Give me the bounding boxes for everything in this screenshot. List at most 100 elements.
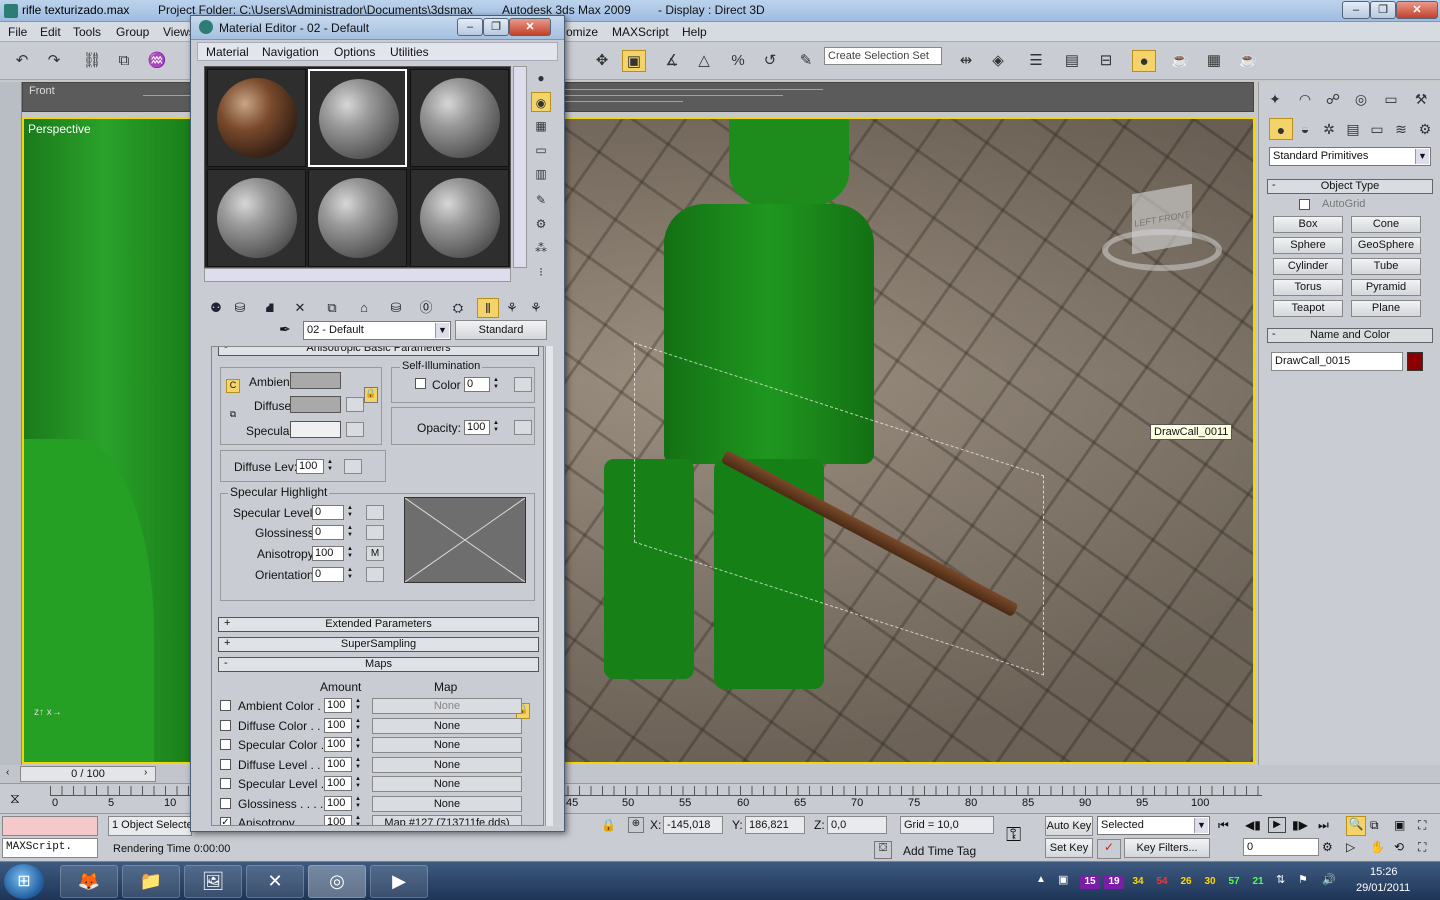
zoom-icon[interactable]: 🔍 bbox=[1346, 816, 1366, 836]
select-object-icon[interactable]: ▣ bbox=[622, 50, 646, 72]
assign-to-selection-icon[interactable]: ⛘ bbox=[259, 298, 281, 318]
tray-monitor-icon[interactable]: ▣ bbox=[1058, 873, 1068, 886]
bind-space-warp-icon[interactable]: ♒ bbox=[145, 50, 169, 72]
sample-slot[interactable] bbox=[410, 169, 509, 267]
diffuse-level-map-button[interactable] bbox=[344, 459, 362, 474]
absolute-mode-icon[interactable]: ⊕ bbox=[628, 817, 644, 833]
specular-map-button[interactable] bbox=[346, 422, 364, 437]
play-icon[interactable]: ▶ bbox=[1268, 817, 1286, 833]
primitives-dropdown[interactable]: Standard Primitives ▼ bbox=[1269, 147, 1431, 166]
map-slot-button[interactable]: None bbox=[372, 718, 522, 734]
menu-edit[interactable]: Edit bbox=[40, 25, 61, 39]
sample-slot[interactable] bbox=[410, 69, 509, 167]
viewcube-box[interactable]: LEFT FRONT bbox=[1132, 183, 1192, 255]
maps-rollout[interactable]: - Maps bbox=[218, 657, 539, 672]
spacewarps-icon[interactable]: ≋ bbox=[1389, 118, 1413, 140]
sample-slot[interactable] bbox=[207, 69, 306, 167]
sample-scrollbar-h[interactable] bbox=[204, 268, 511, 282]
torus-button[interactable]: Torus bbox=[1273, 279, 1343, 296]
select-by-material-icon[interactable]: ⁂ bbox=[531, 238, 551, 258]
edit-named-selection-icon[interactable]: ↺ bbox=[758, 50, 782, 72]
key-icon[interactable]: ⚿ bbox=[1006, 824, 1021, 847]
geosphere-button[interactable]: GeoSphere bbox=[1351, 237, 1421, 254]
3dsmax-icon[interactable]: ◎ bbox=[308, 865, 366, 898]
angle-snap-icon[interactable]: ∡ bbox=[660, 50, 684, 72]
next-key-icon[interactable]: ▮▶ bbox=[1292, 818, 1308, 832]
render-setup-icon[interactable]: ☕ bbox=[1168, 50, 1192, 72]
motion-tab-icon[interactable]: ◎ bbox=[1349, 88, 1373, 110]
ambient-color-swatch[interactable] bbox=[290, 372, 341, 389]
get-material-icon[interactable]: ⚉ bbox=[205, 298, 227, 318]
map-slot-button[interactable]: None bbox=[372, 757, 522, 773]
material-type-button[interactable]: Standard bbox=[455, 320, 547, 340]
prev-frame-icon[interactable]: ‹ bbox=[6, 767, 9, 778]
maximize-button[interactable]: ❐ bbox=[1370, 1, 1396, 19]
make-unique-icon[interactable]: ⌂ bbox=[353, 298, 375, 318]
geometry-icon[interactable]: ● bbox=[1269, 118, 1293, 140]
tray-flag-icon[interactable]: ⚑ bbox=[1298, 873, 1308, 886]
go-to-start-icon[interactable]: ⏮ bbox=[1218, 818, 1229, 833]
diffuse-map-button[interactable] bbox=[346, 397, 364, 412]
opacity-map-button[interactable] bbox=[514, 420, 532, 435]
map-slot-button[interactable]: Map #127 (713711fe.dds) bbox=[372, 815, 522, 825]
map-enable-checkbox[interactable] bbox=[220, 759, 231, 770]
menu-maxscript[interactable]: MAXScript bbox=[612, 25, 669, 39]
diffuse-color-swatch[interactable] bbox=[290, 396, 341, 413]
background-icon[interactable]: ▦ bbox=[531, 116, 551, 136]
next-frame-icon[interactable]: › bbox=[144, 767, 147, 778]
teapot-button[interactable]: Teapot bbox=[1273, 300, 1343, 317]
pick-material-icon[interactable]: ✒ bbox=[279, 321, 291, 338]
anisotropy-spinner[interactable]: 100 bbox=[312, 546, 355, 561]
field-of-view-icon[interactable]: ▷ bbox=[1346, 840, 1355, 854]
copy-material-icon[interactable]: ⧉ bbox=[321, 298, 343, 318]
video-color-check-icon[interactable]: ▥ bbox=[531, 164, 551, 184]
x-coordinate[interactable]: -145,018 bbox=[663, 816, 723, 834]
time-slider-thumb[interactable]: 0 / 100 bbox=[20, 766, 156, 782]
time-config-icon[interactable]: ⚙ bbox=[1322, 840, 1333, 854]
material-effects-channel-icon[interactable]: ⓪ bbox=[415, 298, 437, 318]
set-key-button[interactable]: Set Key bbox=[1045, 838, 1093, 858]
zoom-all-icon[interactable]: ⧉ bbox=[1370, 818, 1379, 833]
explorer-icon[interactable]: 📁 bbox=[122, 865, 180, 898]
curve-editor-icon[interactable]: ▤ bbox=[1060, 50, 1084, 72]
object-type-rollout[interactable]: - Object Type bbox=[1267, 179, 1433, 194]
sample-type-icon[interactable]: ● bbox=[531, 68, 551, 88]
material-map-navigator-icon[interactable]: ⁝ bbox=[531, 262, 551, 282]
align-icon[interactable]: ◈ bbox=[986, 50, 1010, 72]
key-mode-dropdown[interactable]: Selected ▼ bbox=[1097, 816, 1210, 835]
image-viewer-icon[interactable]: 🖼 bbox=[184, 865, 242, 898]
opacity-spinner[interactable]: 100 bbox=[464, 420, 501, 435]
material-name-field[interactable]: 02 - Default ▼ bbox=[303, 321, 451, 340]
lights-icon[interactable]: ✲ bbox=[1317, 118, 1341, 140]
cone-button[interactable]: Cone bbox=[1351, 216, 1421, 233]
uv-tiling-icon[interactable]: ▭ bbox=[531, 140, 551, 160]
orbit-icon[interactable]: ⟲ bbox=[1394, 840, 1404, 854]
helpers-icon[interactable]: ▭ bbox=[1365, 118, 1389, 140]
sample-scrollbar-v[interactable] bbox=[513, 66, 527, 268]
named-sets-icon[interactable]: ✎ bbox=[794, 50, 818, 72]
start-button[interactable]: ⊞ bbox=[4, 864, 44, 899]
shapes-icon[interactable]: ◒ bbox=[1293, 118, 1317, 140]
show-end-result-icon[interactable]: ⫴ bbox=[477, 298, 499, 318]
mirror-icon[interactable]: ⇹ bbox=[954, 50, 978, 72]
map-enable-checkbox[interactable] bbox=[220, 720, 231, 731]
supersampling-rollout[interactable]: + SuperSampling bbox=[218, 637, 539, 652]
map-slot-button[interactable]: None bbox=[372, 776, 522, 792]
lock-color-icon[interactable]: C bbox=[226, 379, 240, 393]
maxscript-listener[interactable]: MAXScript. bbox=[2, 838, 98, 858]
sample-slot[interactable] bbox=[308, 169, 407, 267]
map-enable-checkbox[interactable] bbox=[220, 778, 231, 789]
display-tab-icon[interactable]: ▭ bbox=[1379, 88, 1403, 110]
spinner-snap-icon[interactable]: % bbox=[726, 50, 750, 72]
tube-button[interactable]: Tube bbox=[1351, 258, 1421, 275]
color-copy-icon[interactable]: ⧉ bbox=[226, 409, 240, 423]
prev-key-icon[interactable]: ◀▮ bbox=[1245, 818, 1261, 832]
put-to-scene-icon[interactable]: ⛁ bbox=[229, 298, 251, 318]
utilities-tab-icon[interactable]: ⚒ bbox=[1409, 88, 1433, 110]
sample-slot[interactable] bbox=[207, 169, 306, 267]
current-frame-field[interactable]: 0 bbox=[1243, 838, 1319, 856]
map-amount-spinner[interactable]: 100 bbox=[324, 815, 363, 825]
map-amount-spinner[interactable]: 100 bbox=[324, 776, 363, 791]
reset-icon[interactable]: ✕ bbox=[289, 298, 311, 318]
clock-date[interactable]: 29/01/2011 bbox=[1356, 882, 1410, 894]
